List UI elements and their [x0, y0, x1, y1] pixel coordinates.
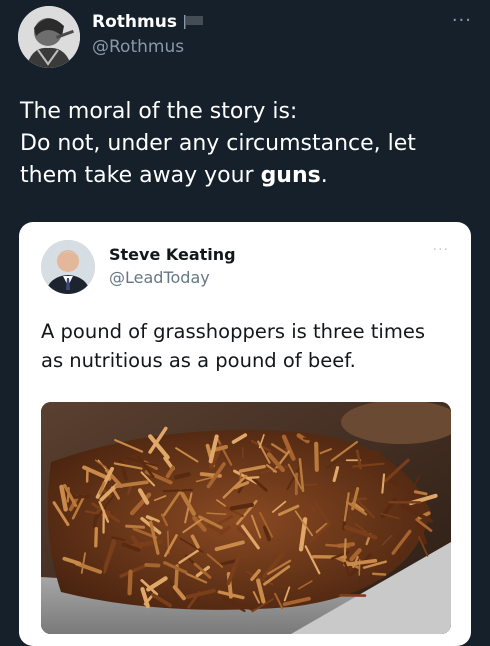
- quoted-author-avatar[interactable]: [41, 240, 95, 294]
- quoted-tweet-card[interactable]: Steve Keating @LeadToday ··· A pound of …: [19, 222, 471, 646]
- tweet-text-line: The moral of the story is:: [20, 99, 298, 124]
- tweet-text-end: .: [320, 163, 328, 188]
- quoted-text-line: A pound of grasshoppers is three times: [41, 320, 425, 343]
- author-avatar[interactable]: [18, 6, 80, 68]
- more-icon[interactable]: ···: [452, 10, 472, 31]
- quoted-avatar-illustration: [41, 240, 95, 294]
- author-name-line: Rothmus: [92, 12, 205, 32]
- quoted-text-line: as nutritious as a pound of beef.: [41, 349, 356, 372]
- grasshoppers-illustration: [41, 402, 451, 634]
- avatar-illustration: [18, 6, 80, 68]
- tweet-text: The moral of the story is: Do not, under…: [20, 96, 475, 192]
- flag-icon: [183, 14, 205, 30]
- tweet-text-segment: them take away your: [20, 163, 261, 188]
- quoted-tweet-text: A pound of grasshoppers is three times a…: [41, 317, 461, 375]
- tweet-text-line: Do not, under any circumstance, let: [20, 131, 416, 156]
- tweet-text-bold: guns: [260, 163, 321, 188]
- tweet-text-line: them take away your guns.: [20, 160, 475, 192]
- grasshoppers-photo[interactable]: [41, 402, 451, 634]
- author-handle[interactable]: @Rothmus: [92, 37, 184, 57]
- quoted-author-handle[interactable]: @LeadToday: [109, 268, 210, 287]
- quoted-author-name[interactable]: Steve Keating: [109, 245, 236, 264]
- author-name[interactable]: Rothmus: [92, 12, 177, 32]
- quoted-more-icon[interactable]: ···: [433, 242, 449, 258]
